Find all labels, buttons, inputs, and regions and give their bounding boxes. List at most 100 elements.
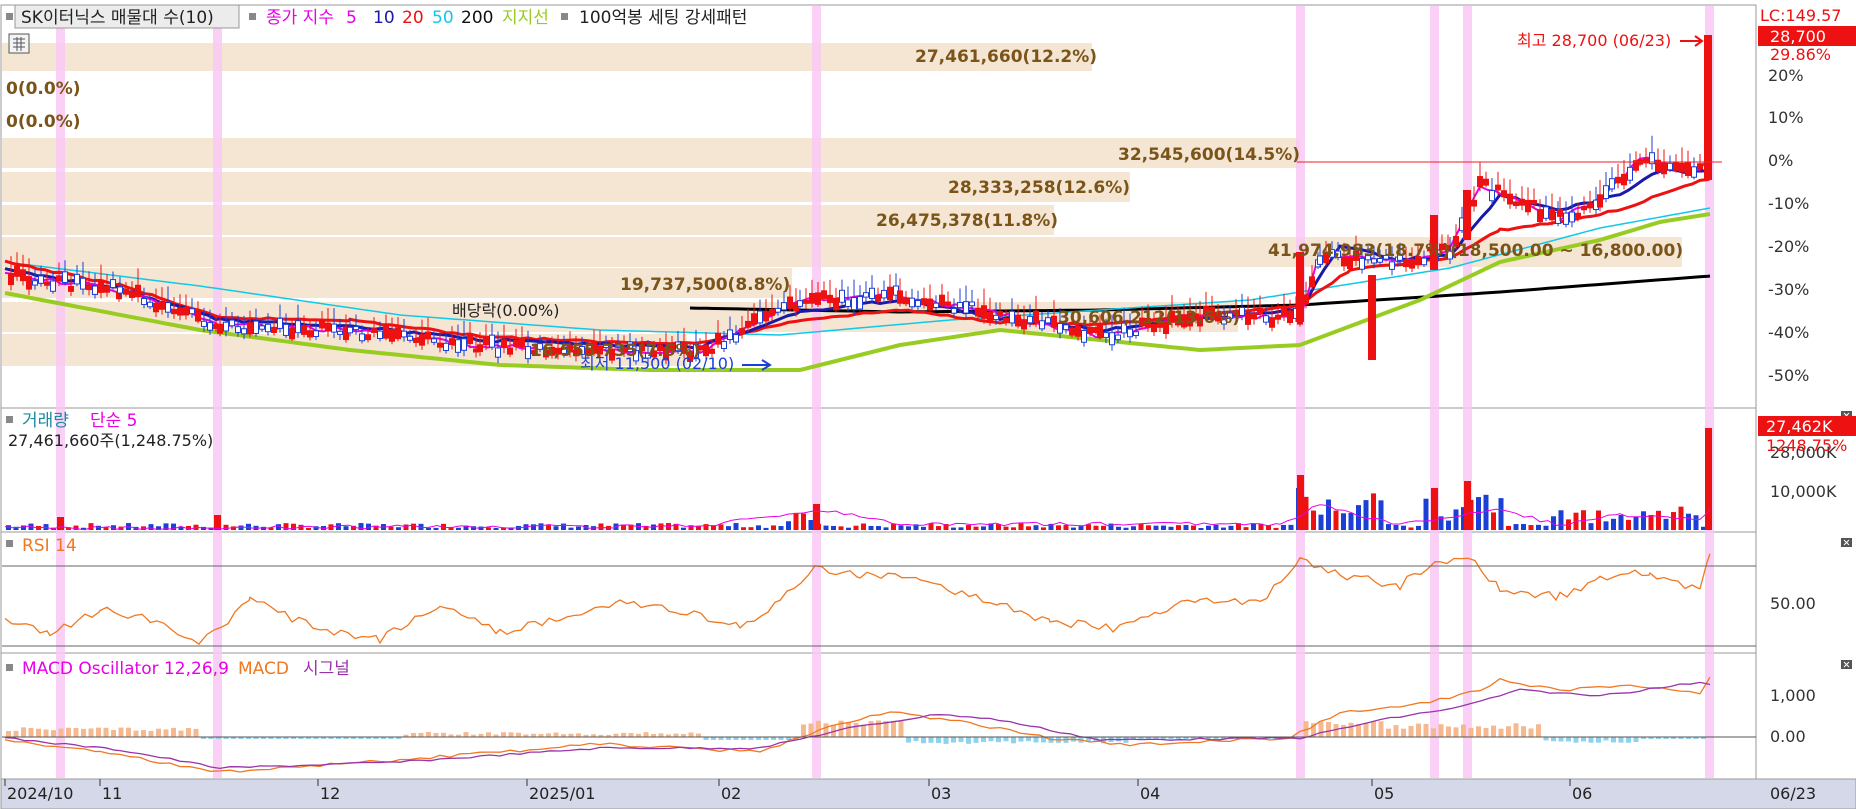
candle-body [1296, 252, 1304, 322]
setting-legend[interactable]: 100억봉 세팅 강세패턴 [579, 8, 747, 28]
volume-ma-label[interactable]: 단순 5 [90, 411, 138, 431]
volume-bar [756, 525, 761, 530]
macd-osc-bar [1491, 725, 1496, 737]
candle-body [207, 322, 213, 331]
macd-osc-bar [43, 729, 49, 737]
macd-osc-bar [1341, 724, 1346, 737]
macd-osc-bar [1513, 723, 1519, 737]
macd-osc-bar [1453, 727, 1459, 737]
volume-bar [426, 527, 431, 530]
macd-osc-bar [1558, 737, 1564, 742]
macd-osc-bar [1386, 728, 1391, 737]
ma200-legend[interactable]: 200 [461, 8, 493, 28]
candle-body [739, 328, 745, 335]
macd-osc-bar [486, 732, 491, 737]
macd-osc-bar [1363, 722, 1369, 737]
candle-body [461, 338, 467, 351]
current-pct: 29.86% [1770, 45, 1831, 64]
volume-bar [681, 527, 686, 530]
candle-body [135, 284, 141, 298]
volume-bar [1686, 513, 1691, 530]
stock-chart[interactable]: 27,461,660(12.2%) 32,545,600(14.5%) 28,333… [0, 0, 1856, 809]
support-legend[interactable]: 지지선 [502, 8, 549, 28]
candle-body [975, 307, 981, 317]
price-axis-label: 20% [1768, 66, 1804, 85]
candle-body [709, 348, 715, 354]
candle-body [1495, 184, 1501, 191]
candle-body [443, 342, 449, 351]
volume-bar [1611, 518, 1616, 530]
volume-bar [1221, 527, 1226, 530]
candle-body [229, 319, 235, 327]
volume-bar [1228, 525, 1234, 530]
volume-bar [936, 526, 941, 530]
volume-bar [1393, 524, 1399, 530]
macd-osc-bar [1431, 728, 1436, 737]
candle-body [833, 297, 839, 311]
candle-body [1489, 190, 1495, 202]
candle-body [897, 290, 903, 304]
candle-body [177, 307, 183, 316]
candle-body [1245, 312, 1251, 325]
macd-osc-bar [6, 730, 11, 737]
candle-body [68, 286, 74, 292]
macd-osc-bar [943, 737, 949, 744]
volume-bar [748, 527, 754, 530]
candle-body [189, 308, 195, 315]
candle-body [909, 297, 915, 308]
volume-bar [1056, 525, 1061, 530]
signal-label[interactable]: 시그널 [303, 659, 350, 679]
volume-bar [1243, 527, 1249, 530]
x-axis-label: 04 [1140, 784, 1160, 803]
macd-osc-bar [951, 737, 956, 743]
macd-osc-bar [1618, 737, 1624, 743]
grid-icon[interactable] [8, 33, 30, 54]
volume-bar [1071, 527, 1076, 530]
macd-osc-bar [973, 737, 979, 743]
volume-bar [576, 526, 581, 530]
ma5-legend[interactable]: 5 [346, 8, 357, 28]
volume-bar [1176, 525, 1181, 530]
dividend-annotation: 배당락(0.00%) [452, 301, 559, 320]
candle-body [353, 326, 359, 331]
volume-title[interactable]: 거래량 [22, 411, 69, 431]
macd-osc-bar [988, 737, 994, 742]
chart-title[interactable]: SK이터닉스 매물대 수(10) [21, 8, 214, 28]
close-icon[interactable] [1841, 538, 1852, 547]
ma50-legend[interactable]: 50 [432, 8, 454, 28]
rsi-title[interactable]: RSI 14 [22, 536, 77, 556]
candle-body [887, 286, 893, 301]
lc-label: LC:149.57 [1760, 6, 1841, 25]
volume-bar [1378, 500, 1384, 530]
candle-body [331, 323, 337, 333]
x-axis-label: 11 [102, 784, 122, 803]
candle-body [467, 335, 473, 344]
macd-osc-bar [418, 732, 424, 737]
close-icon[interactable] [1841, 660, 1852, 669]
volume-bar [403, 524, 409, 530]
candle-body [1471, 199, 1477, 207]
candle-body [1087, 326, 1093, 334]
macd-osc-bar [1393, 725, 1399, 737]
macd-label[interactable]: MACD [238, 659, 289, 679]
current-volume: 27,462K [1766, 417, 1833, 436]
volume-bar [568, 527, 574, 530]
ma10-legend[interactable]: 10 [373, 8, 395, 28]
candle-body [319, 320, 325, 329]
candle-body [1033, 310, 1039, 323]
volume-bar [1558, 510, 1564, 530]
ma-legend-label[interactable]: 종가 지수 [266, 8, 334, 28]
candle-body [875, 294, 881, 302]
macd-osc-bar [1356, 724, 1361, 737]
macd-osc-bar [1626, 737, 1631, 743]
macd-title[interactable]: MACD Oscillator 12,26,9 [22, 659, 229, 679]
candle-body [92, 285, 98, 295]
volume-bar [1423, 498, 1429, 530]
volume-bar [531, 524, 536, 530]
volume-bar [1588, 523, 1594, 530]
candle-body [827, 294, 833, 304]
candle-body [809, 292, 815, 304]
ma20-legend[interactable]: 20 [402, 8, 424, 28]
candle-body [715, 332, 721, 345]
candle-body [171, 309, 177, 315]
